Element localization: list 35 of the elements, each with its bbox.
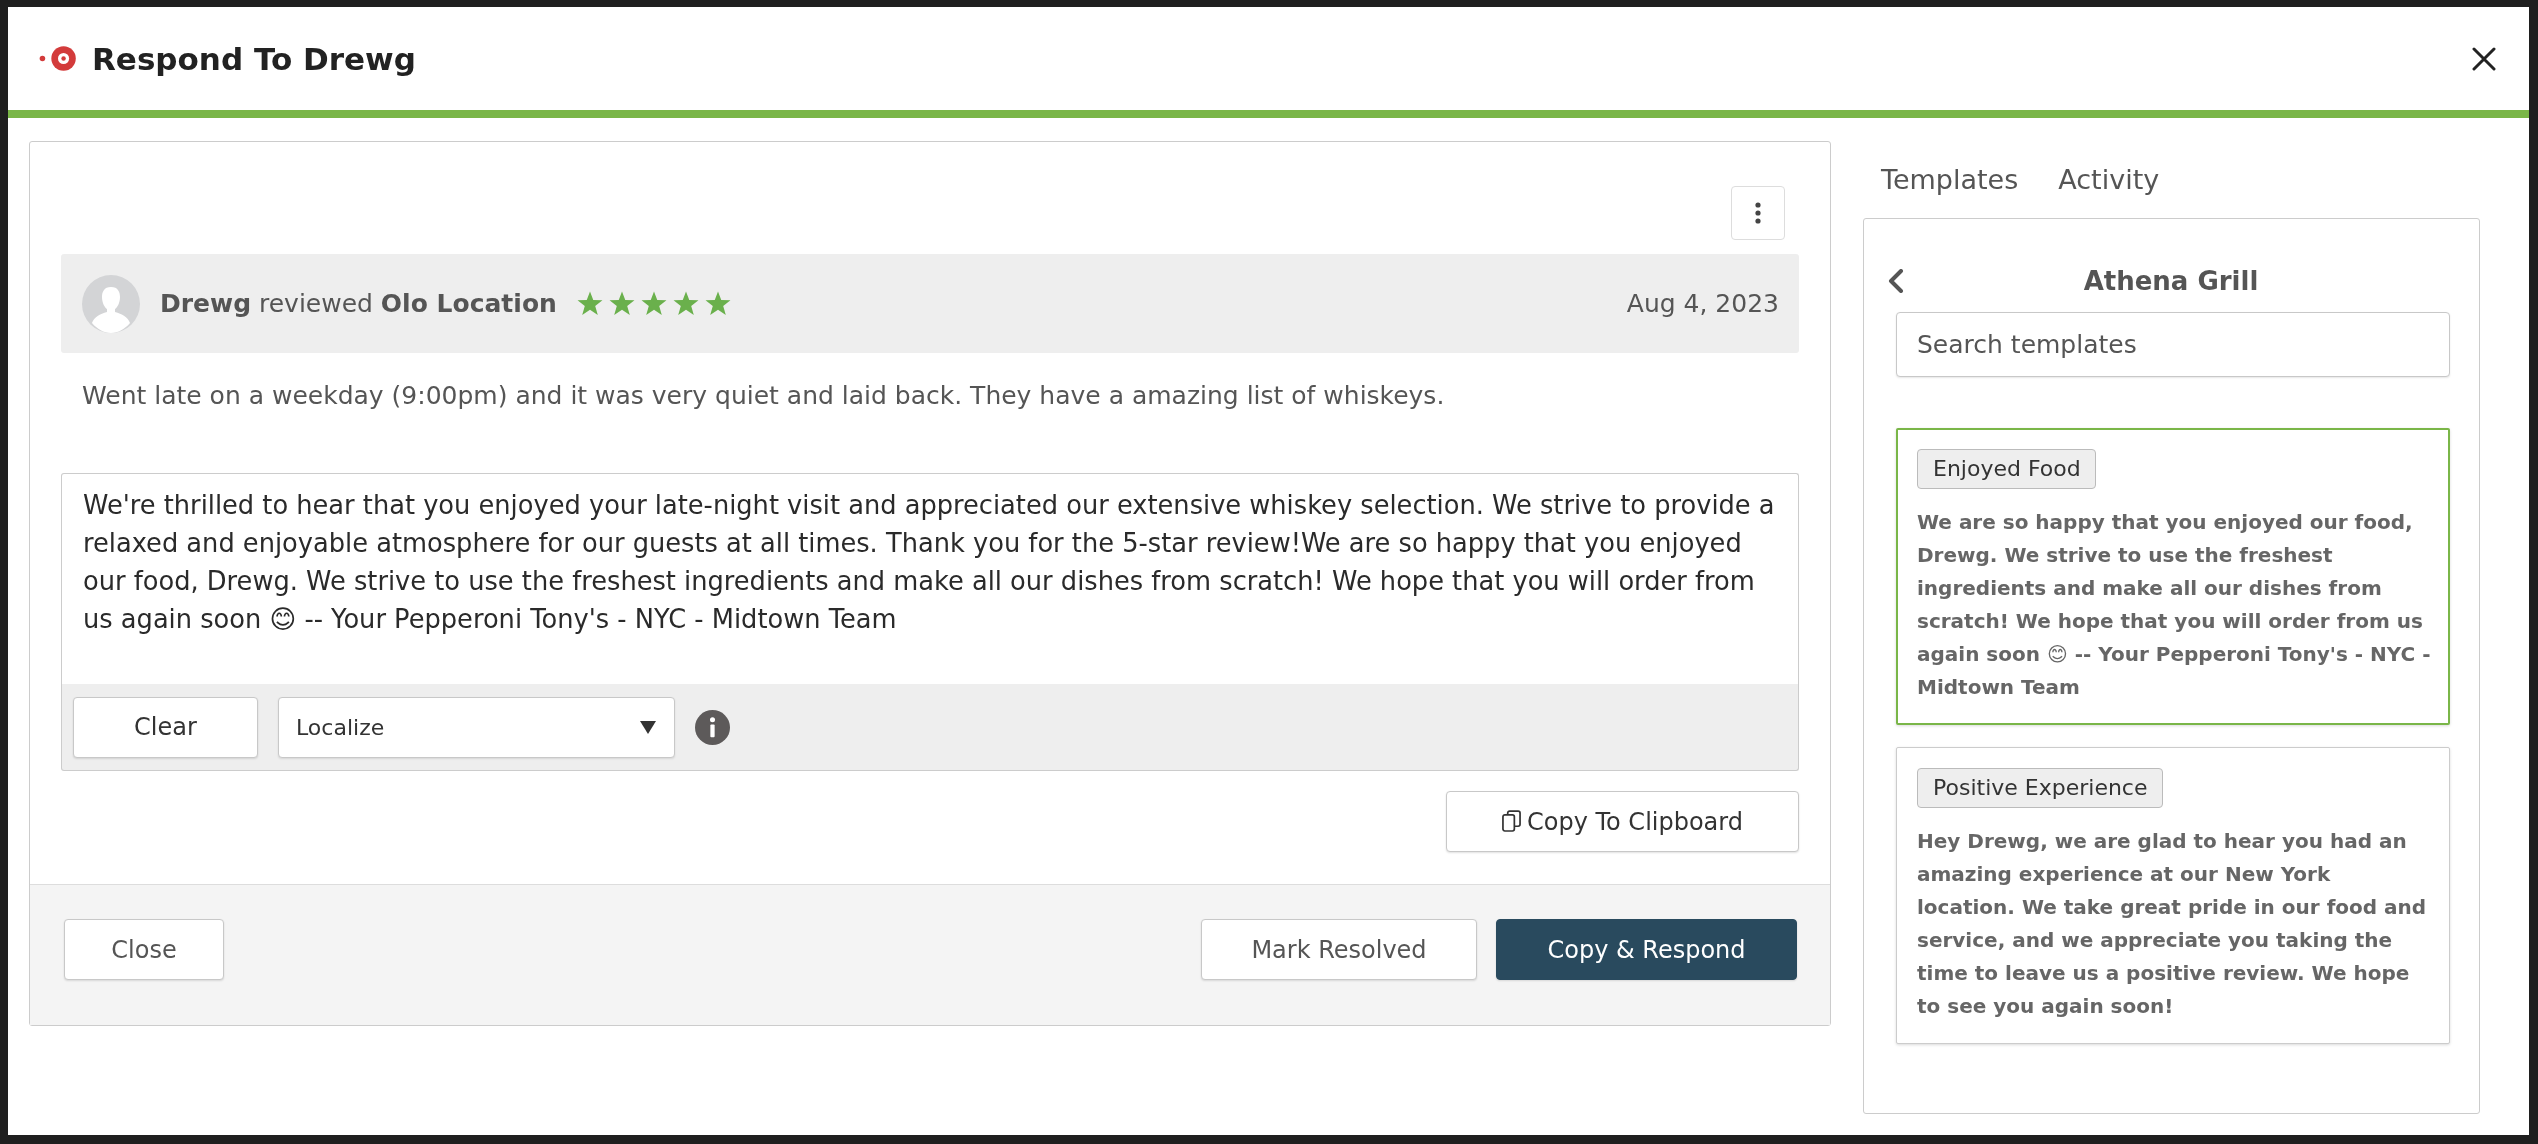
- star-icon: [640, 291, 667, 316]
- chevron-left-icon[interactable]: [1888, 269, 1904, 293]
- tab[interactable]: Templates: [1881, 164, 2019, 195]
- avatar-icon: [82, 274, 140, 333]
- copy-and-respond-button[interactable]: Copy & Respond: [1496, 919, 1797, 980]
- reply-field[interactable]: We're thrilled to hear that you enjoyed your late-night visit and appreciated our extensive whiskey selection. We strive to provide a relaxed and enjoyable atmosphere for our guests at all times. Thank you for the 5-star review!We are so happy that you enjoyed our food, Drewg. We strive to use the freshest ingredients and make all our dishes from scratch! We hope that you will order from us again soon 😊 -- Your Pepperoni Tony's - NYC - Midtown Team: [61, 473, 1799, 684]
- close-icon[interactable]: [2472, 46, 2496, 71]
- template-text: We are so happy that you enjoyed our food, Drewg. We strive to use the freshest ingredients and make all our dishes from scratch! We hope that you will order from us again soon 😊 -- Your Pepperoni Tony's - NYC - Midtown Team: [1917, 509, 2432, 701]
- star-icon: [576, 291, 603, 316]
- info-icon[interactable]: [695, 709, 730, 745]
- star-icon: [608, 291, 635, 316]
- review-title: Drewg reviewed Olo Location: [160, 289, 557, 318]
- template-card[interactable]: [1896, 428, 2450, 725]
- close-button[interactable]: Close: [64, 919, 224, 980]
- clear-button[interactable]: Clear: [73, 696, 258, 758]
- localize-dropdown[interactable]: Localize: [278, 696, 675, 758]
- tab[interactable]: Activity: [2058, 164, 2160, 195]
- circle-dot-icon: [38, 45, 78, 72]
- caret-icon: [640, 720, 656, 734]
- mark-resolved-button[interactable]: Mark Resolved: [1201, 919, 1477, 980]
- copy-icon: [1501, 810, 1521, 833]
- more-options-button[interactable]: [1731, 186, 1785, 240]
- review-text: Went late on a weekday (9:00pm) and it was very quiet and laid back. They have a amazing list of whiskeys.: [82, 380, 1446, 412]
- review-date: Aug 4, 2023: [1626, 289, 1779, 318]
- template-tag: Enjoyed Food: [1917, 449, 2096, 489]
- vertical-dots-icon: [1755, 202, 1761, 224]
- copy-to-clipboard-button[interactable]: Copy To Clipboard: [1446, 791, 1799, 852]
- location-name: Athena Grill: [2083, 266, 2259, 296]
- star-icon: [672, 291, 699, 316]
- search-field[interactable]: Search templates: [1896, 312, 2450, 377]
- template-tag: Positive Experience: [1917, 768, 2163, 808]
- window-title: Respond To Drewg: [92, 40, 417, 77]
- template-text: Hey Drewg, we are glad to hear you had an amazing experience at our New York location. We take great pride in our food and service, and we appreciate you taking the time to leave us a positive review. We hope to see you again soon!: [1917, 828, 2428, 1020]
- template-card[interactable]: [1896, 747, 2450, 1044]
- star-icon: [704, 291, 731, 316]
